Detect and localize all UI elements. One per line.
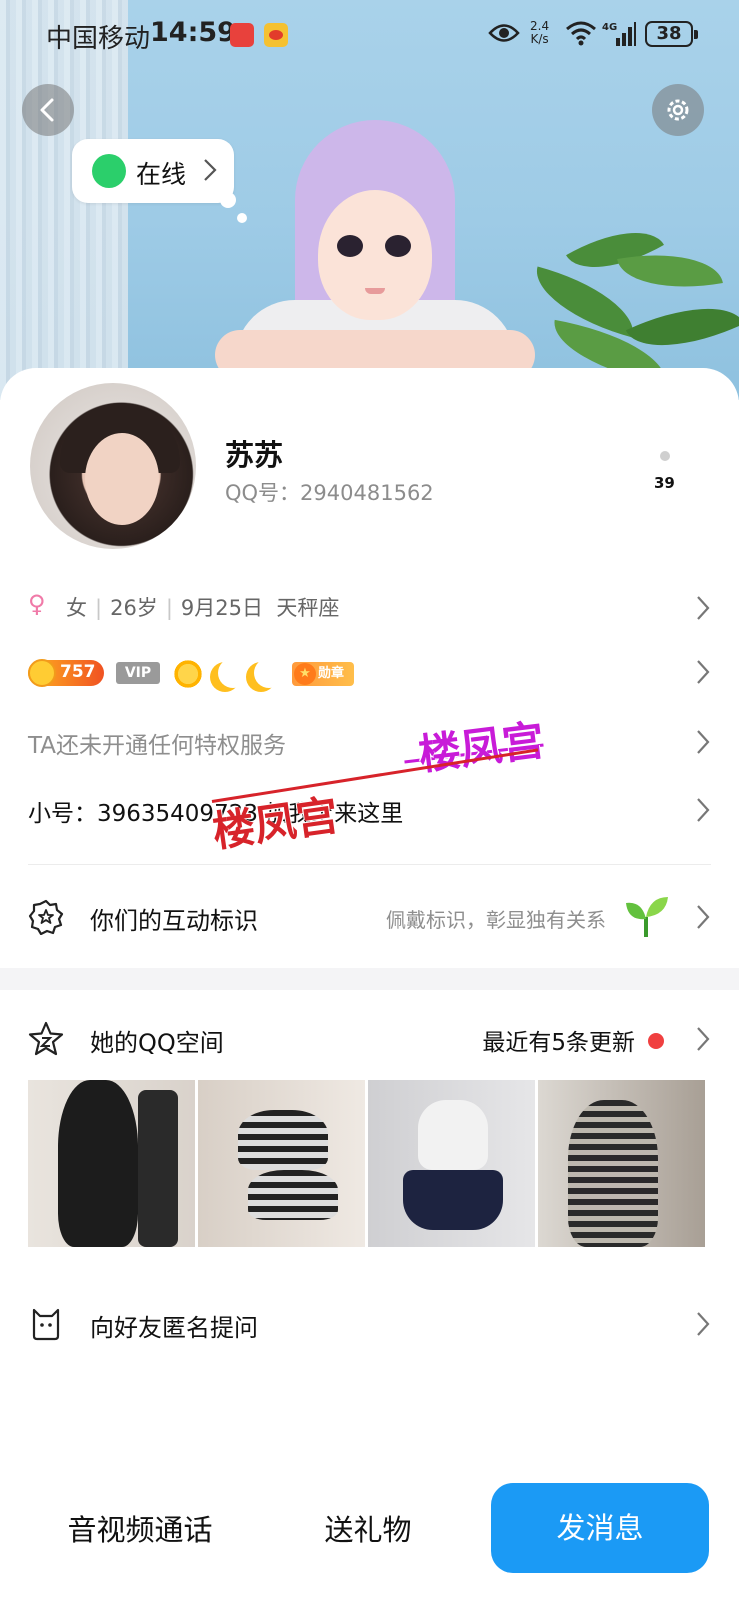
interaction-tag-row[interactable]: 你们的互动标识 佩戴标识，彰显独有关系 (0, 893, 739, 943)
cellular-signal-icon: 4G (602, 22, 636, 46)
qzone-photo[interactable] (368, 1080, 535, 1247)
clock: 14:59 (150, 17, 236, 48)
network-speed: 2.4 K/s (530, 19, 550, 46)
carrier-label: 中国移动 (46, 24, 151, 54)
badges-row[interactable]: 757 VIP ★ 勋章 (0, 652, 739, 696)
chevron-right-icon (697, 798, 710, 822)
huawei-app-icon (230, 23, 254, 47)
chevron-right-icon (204, 159, 217, 181)
profile-cover[interactable]: 中国移动 14:59 2.4 K/s 4G 38 在线 (0, 0, 739, 400)
divider (28, 864, 711, 865)
like-dot-icon (660, 451, 670, 461)
chevron-left-icon (40, 98, 54, 122)
qzone-photo-strip[interactable] (28, 1080, 711, 1247)
online-status-bubble[interactable]: 在线 (72, 139, 234, 203)
basic-info-row[interactable]: ♀ 女 | 26岁 | 9月25日 天秤座 (0, 588, 739, 632)
wifi-icon (566, 21, 596, 46)
sun-icon (172, 658, 204, 690)
eye-comfort-icon (488, 24, 520, 42)
chevron-right-icon (697, 1027, 710, 1051)
section-divider (0, 968, 739, 990)
bubble-tail (220, 192, 236, 208)
gear-icon (667, 99, 689, 121)
avatar[interactable] (30, 383, 196, 549)
send-gift-button[interactable]: 送礼物 (268, 1500, 468, 1560)
svg-text:4G: 4G (602, 22, 617, 33)
level-badge: 757 (28, 659, 104, 687)
status-bar: 中国移动 14:59 2.4 K/s 4G 38 (0, 0, 739, 70)
qzone-row[interactable]: 她的QQ空间 最近有5条更新 (0, 1015, 739, 1065)
anonymous-question-label: 向好友匿名提问 (90, 1314, 258, 1342)
video-call-button[interactable]: 音视频通话 (40, 1500, 240, 1560)
battery-indicator: 38 (645, 21, 698, 47)
chevron-right-icon (697, 660, 710, 684)
alt-account-row[interactable]: 小号：39635409723 加我上来这里 (0, 790, 739, 834)
qzone-label: 她的QQ空间 (90, 1029, 224, 1057)
qzone-photo[interactable] (28, 1080, 195, 1247)
qzone-photo[interactable] (198, 1080, 365, 1247)
send-message-button[interactable]: 发消息 (491, 1483, 709, 1573)
online-dot-icon (92, 154, 126, 188)
privilege-text: TA还未开通任何特权服务 (28, 733, 286, 759)
cat-icon (32, 1308, 60, 1341)
badge-star-icon (28, 899, 64, 935)
online-status-label: 在线 (136, 160, 187, 189)
interaction-tag-label: 你们的互动标识 (90, 907, 258, 935)
interaction-tag-hint: 佩戴标识，彰显独有关系 (386, 908, 606, 932)
update-dot-icon (648, 1033, 664, 1049)
chevron-right-icon (697, 596, 710, 620)
basic-info-text: 女 | 26岁 | 9月25日 天秤座 (66, 596, 340, 620)
nickname: 苏苏 (225, 438, 284, 472)
bubble-tail (237, 213, 247, 223)
cover-avatar-figure (215, 120, 535, 400)
chevron-right-icon (697, 730, 710, 754)
like-count[interactable]: 39 (654, 474, 675, 492)
star-icon: ★ (294, 663, 316, 685)
female-icon: ♀ (28, 590, 46, 618)
coin-icon (28, 659, 56, 687)
qq-number[interactable]: QQ号：2940481562 (225, 477, 434, 507)
qzone-update-count: 最近有5条更新 (482, 1030, 635, 1056)
medal-badge: ★ 勋章 (292, 662, 354, 686)
qzone-photo[interactable] (538, 1080, 705, 1247)
chevron-right-icon (697, 905, 710, 929)
qzone-star-icon (28, 1021, 64, 1056)
vip-badge: VIP (116, 662, 160, 684)
anonymous-question-row[interactable]: 向好友匿名提问 (0, 1300, 739, 1350)
sprout-icon (626, 897, 668, 937)
chevron-right-icon (697, 1312, 710, 1336)
weibo-app-icon (264, 23, 288, 47)
moon-icon (254, 658, 284, 688)
back-button[interactable] (22, 84, 74, 136)
moon-icon (218, 658, 248, 688)
privilege-row[interactable]: TA还未开通任何特权服务 (0, 722, 739, 766)
settings-button[interactable] (652, 84, 704, 136)
